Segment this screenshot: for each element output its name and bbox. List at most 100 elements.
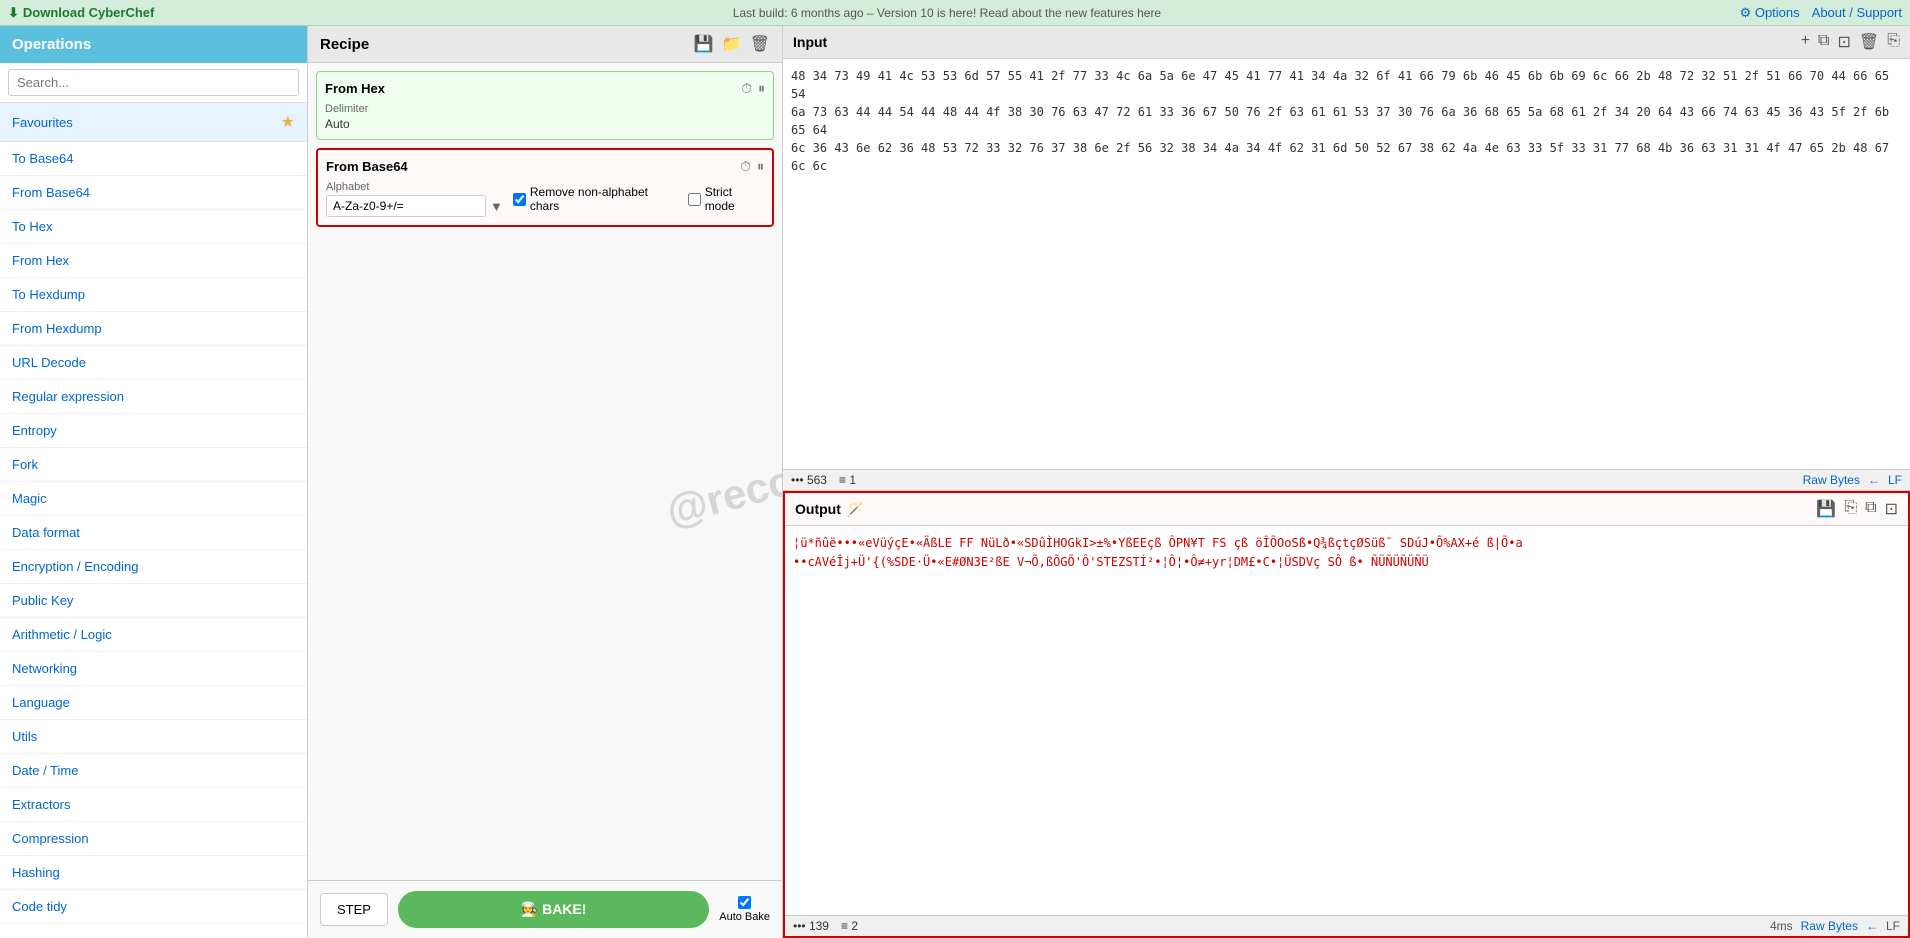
output-bottom-count: ••• 139 [793,919,829,933]
recipe-content: From Hex ⏱ ⏸ Delimiter Auto From Base64 … [308,63,782,880]
from-base64-card-icons: ⏱ ⏸ [740,158,764,175]
from-base64-timer-icon[interactable]: ⏱ [740,158,751,175]
auto-bake-container: Auto Bake [719,896,770,923]
download-label[interactable]: Download CyberChef [23,5,154,20]
from-base64-alphabet-field: Alphabet ▼ [326,181,503,217]
favourites-label: Favourites [12,115,73,130]
output-expand-icon[interactable]: ⊡ [1885,499,1898,519]
options-label[interactable]: Options [1755,5,1800,20]
from-hex-pause-icon[interactable]: ⏸ [758,80,765,97]
output-content: ¦ü*ñûë•••«eVüýçE•«ÄßLE FF NüLð•«SDûÌHOGk… [785,526,1908,915]
bottom-raw-bytes-button[interactable]: Raw Bytes [1801,919,1858,933]
watermark-text: @recordedparadox [662,390,782,536]
lf-button[interactable]: ← [1868,473,1880,487]
sidebar-item-compression[interactable]: Compression [0,822,307,856]
alphabet-dropdown-icon[interactable]: ▼ [490,199,503,214]
output-save-icon[interactable]: 💾 [1816,499,1836,519]
from-base64-card-header: From Base64 ⏱ ⏸ [326,158,764,175]
sidebar-item-regular-expression[interactable]: Regular expression [0,380,307,414]
bottom-statusbar: ••• 139 ≡ 2 4ms Raw Bytes ← LF [785,915,1908,936]
output-window-icon[interactable]: ⧉ [1865,499,1876,519]
input-window-icon[interactable]: ⧉ [1818,32,1829,52]
search-input[interactable] [8,69,299,96]
input-actions: + ⧉ ⊡ 🗑 ⎘ [1801,32,1900,52]
output-actions: 💾 ⎘ ⧉ ⊡ [1816,499,1898,519]
from-base64-pause-icon[interactable]: ⏸ [757,158,764,175]
remove-nonalpha-checkbox[interactable] [513,193,526,206]
input-copy-icon[interactable]: ⎘ [1887,32,1900,52]
auto-bake-checkbox[interactable] [738,896,751,909]
topbar-center-text: Last build: 6 months ago – Version 10 is… [733,6,1161,20]
from-hex-card-icons: ⏱ ⏸ [741,80,765,97]
recipe-trash-icon[interactable]: 🗑 [750,34,770,54]
alphabet-input[interactable] [326,195,486,217]
output-section: Output 🪄 💾 ⎘ ⧉ ⊡ ¦ü*ñûë•••«eVüýçE•«ÄßLE … [783,491,1910,938]
recipe-actions: 💾 📁 🗑 [694,34,770,54]
step-button[interactable]: STEP [320,893,388,926]
download-icon: ⬇ [8,5,19,21]
sidebar-item-fork[interactable]: Fork [0,448,307,482]
input-header: Input + ⧉ ⊡ 🗑 ⎘ [783,26,1910,59]
from-base64-alphabet-row: Alphabet ▼ Remove non-alphabet chars Str… [326,181,764,217]
output-line-count: ≡ 1 [839,473,856,487]
sidebar-item-to-hexdump[interactable]: To Hexdump [0,278,307,312]
sidebar-item-from-base64[interactable]: From Base64 [0,176,307,210]
bottom-lf-label: LF [1886,919,1900,933]
output-statusbar-right: Raw Bytes ← LF [1803,473,1902,487]
recipe-title: Recipe [320,36,369,53]
sidebar: Operations Favourites ★ To Base64 From B… [0,26,308,938]
input-clear-icon[interactable]: 🗑 [1859,32,1879,52]
output-copy-icon[interactable]: ⎘ [1844,499,1857,519]
sidebar-item-utils[interactable]: Utils [0,720,307,754]
from-hex-card-header: From Hex ⏱ ⏸ [325,80,765,97]
sidebar-item-arithmetic-logic[interactable]: Arithmetic / Logic [0,618,307,652]
bottom-lf-button[interactable]: ← [1866,919,1878,933]
input-add-icon[interactable]: + [1801,32,1810,52]
remove-nonalpha-label[interactable]: Remove non-alphabet chars [513,185,678,213]
duration-label: 4ms [1770,919,1793,933]
sidebar-item-public-key[interactable]: Public Key [0,584,307,618]
sidebar-item-url-decode[interactable]: URL Decode [0,346,307,380]
sidebar-item-code-tidy[interactable]: Code tidy [0,890,307,924]
raw-bytes-button[interactable]: Raw Bytes [1803,473,1860,487]
download-cyberchef[interactable]: ⬇ Download CyberChef [8,5,154,21]
sidebar-item-encryption-encoding[interactable]: Encryption / Encoding [0,550,307,584]
sidebar-item-to-hex[interactable]: To Hex [0,210,307,244]
sidebar-item-date-time[interactable]: Date / Time [0,754,307,788]
sidebar-item-favourites[interactable]: Favourites ★ [0,103,307,142]
lf-label: LF [1888,473,1902,487]
auto-bake-text: Auto Bake [719,911,770,923]
from-base64-card: From Base64 ⏱ ⏸ Alphabet ▼ [316,148,774,227]
recipe-folder-icon[interactable]: 📁 [722,34,742,54]
sidebar-item-language[interactable]: Language [0,686,307,720]
main-layout: Operations Favourites ★ To Base64 From B… [0,26,1910,938]
output-wand-icon[interactable]: 🪄 [847,501,864,518]
sidebar-item-magic[interactable]: Magic [0,482,307,516]
sidebar-item-from-hexdump[interactable]: From Hexdump [0,312,307,346]
sidebar-item-networking[interactable]: Networking [0,652,307,686]
topbar: ⬇ Download CyberChef Last build: 6 month… [0,0,1910,26]
output-header: Output 🪄 💾 ⎘ ⧉ ⊡ [785,493,1908,526]
from-hex-card: From Hex ⏱ ⏸ Delimiter Auto [316,71,774,140]
from-hex-delimiter-label: Delimiter [325,103,765,115]
strict-mode-checkbox[interactable] [688,193,701,206]
input-content[interactable]: 48 34 73 49 41 4c 53 53 6d 57 55 41 2f 7… [783,59,1910,469]
input-title: Input [793,34,827,50]
sidebar-item-hashing[interactable]: Hashing [0,856,307,890]
from-hex-title: From Hex [325,81,385,96]
bake-button[interactable]: 🧑‍🍳 BAKE! [398,891,709,928]
options-button[interactable]: ⚙ Options [1740,5,1800,21]
from-hex-timer-icon[interactable]: ⏱ [741,80,752,97]
star-icon: ★ [281,112,295,132]
sidebar-item-entropy[interactable]: Entropy [0,414,307,448]
recipe-save-icon[interactable]: 💾 [694,34,714,54]
sidebar-header: Operations [0,26,307,63]
strict-mode-label[interactable]: Strict mode [688,185,764,213]
about-support-button[interactable]: About / Support [1812,5,1902,21]
sidebar-item-extractors[interactable]: Extractors [0,788,307,822]
input-expand-icon[interactable]: ⊡ [1837,32,1850,52]
output-title: Output 🪄 [795,501,864,518]
sidebar-item-data-format[interactable]: Data format [0,516,307,550]
sidebar-item-to-base64[interactable]: To Base64 [0,142,307,176]
sidebar-item-from-hex[interactable]: From Hex [0,244,307,278]
